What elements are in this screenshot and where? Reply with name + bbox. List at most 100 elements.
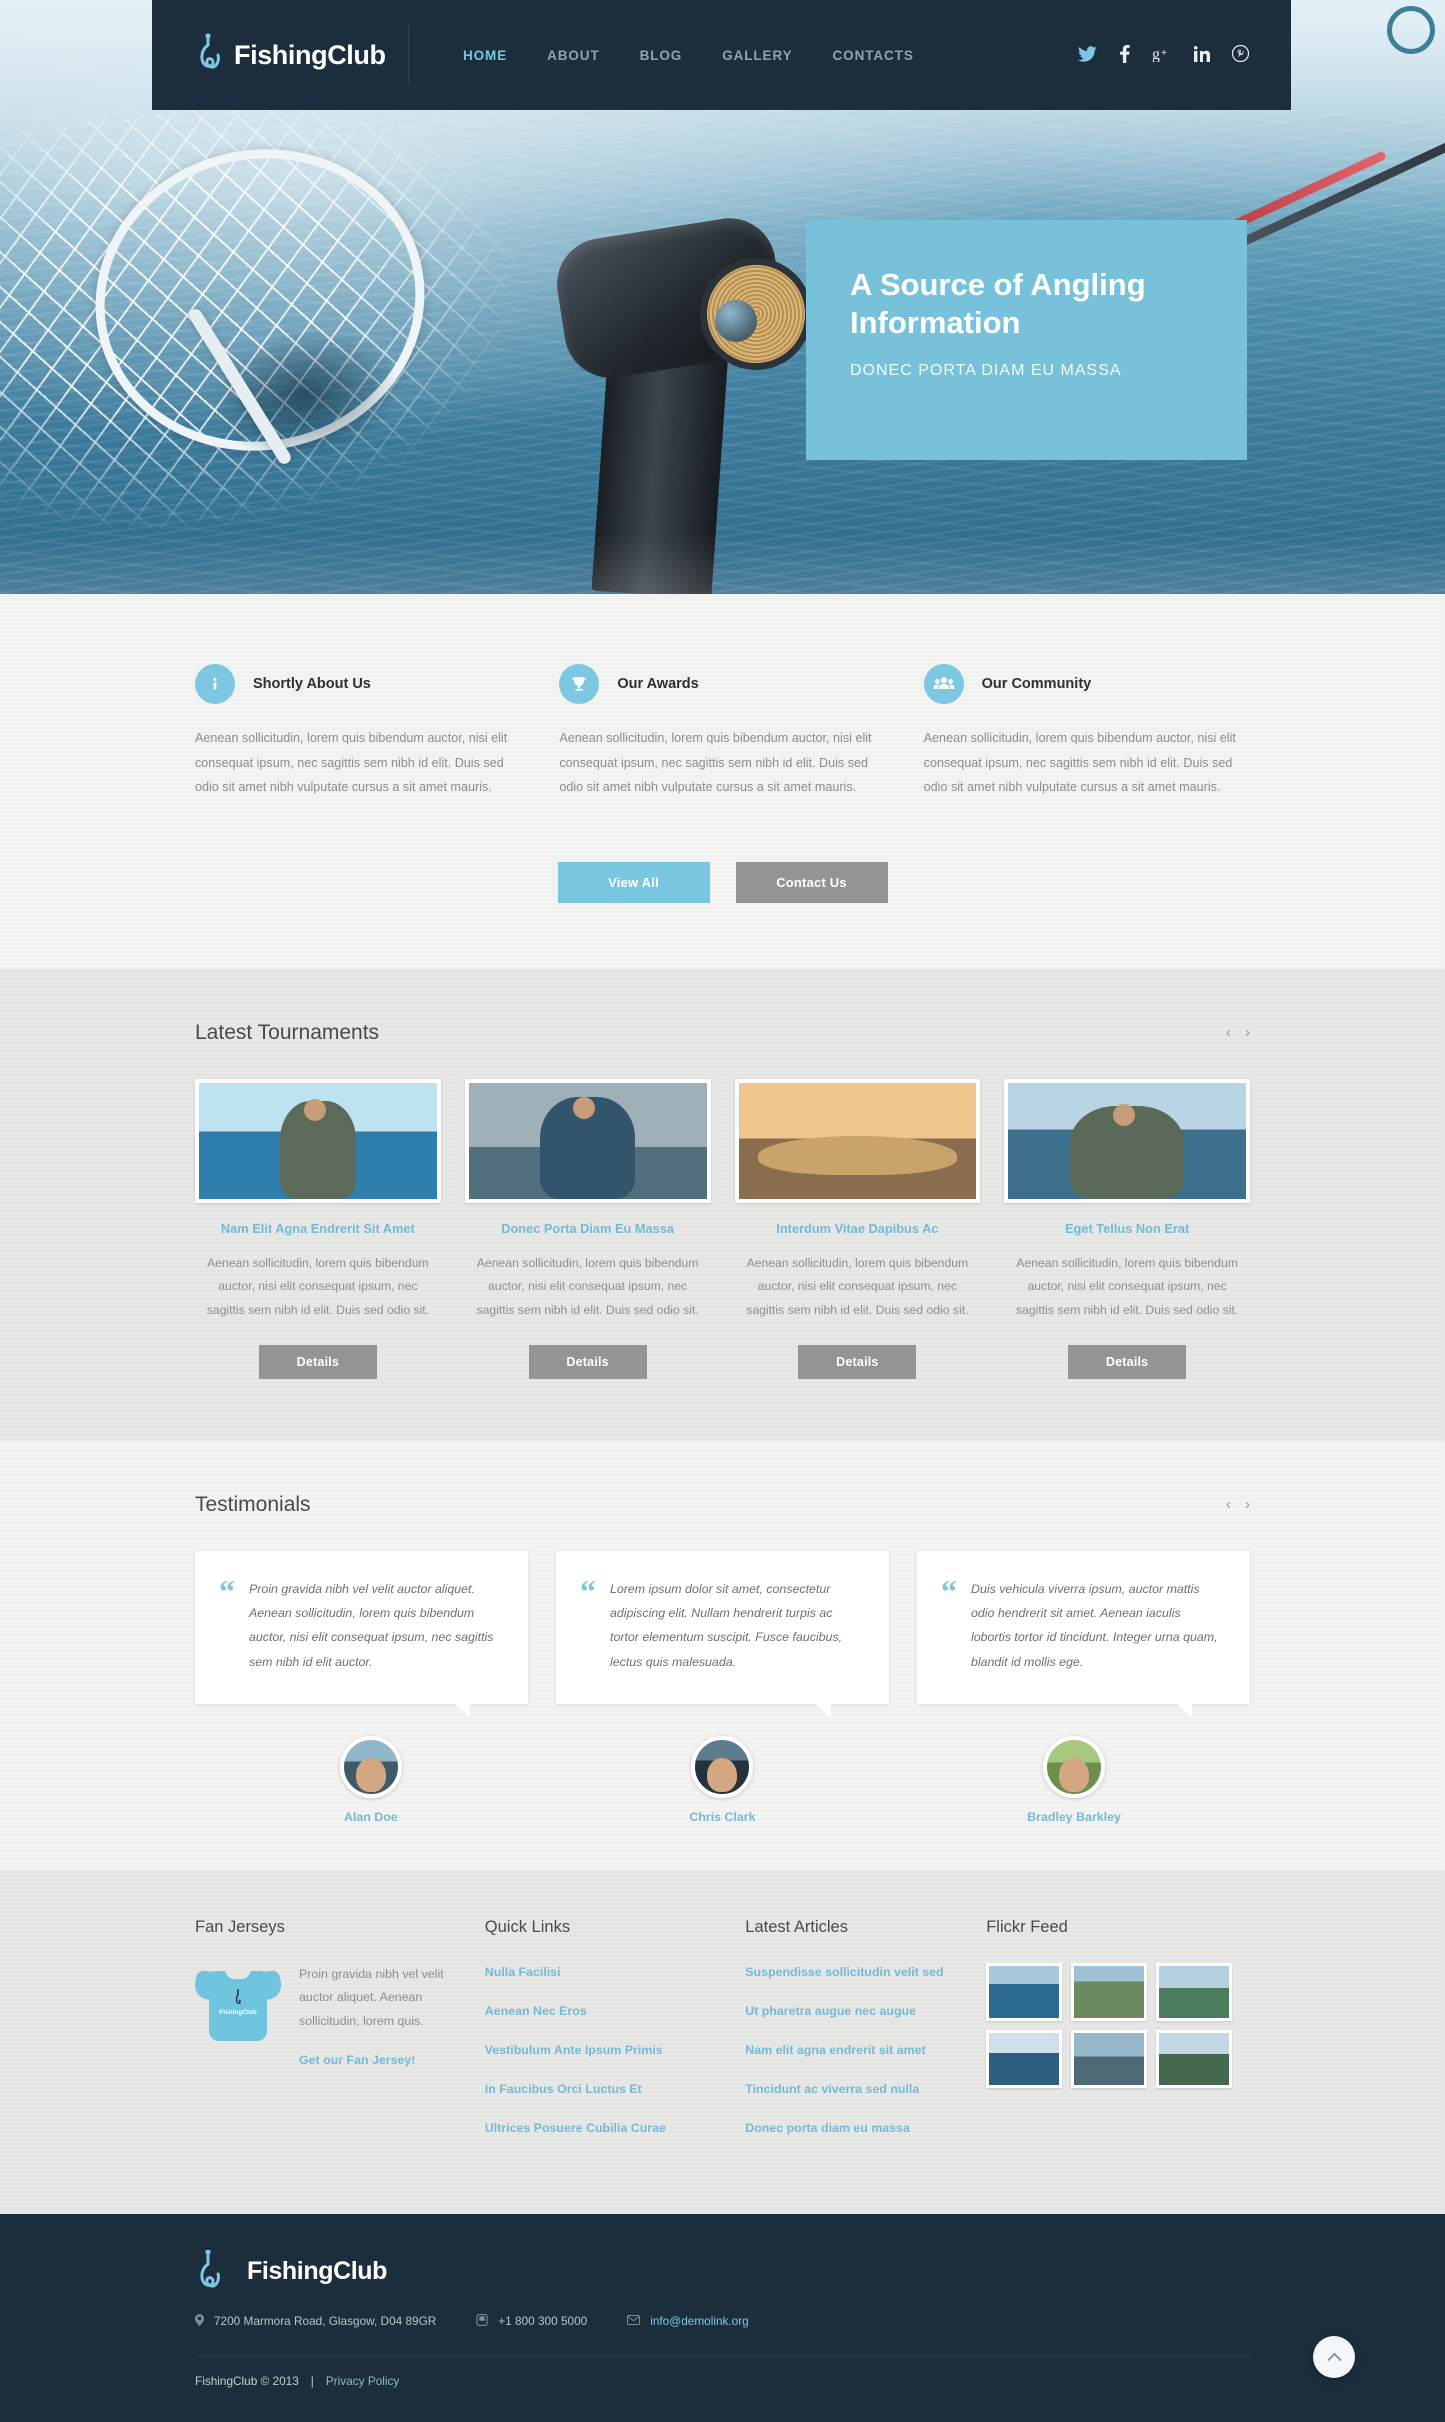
flickr-thumbnail[interactable]	[1156, 2029, 1233, 2088]
flickr-thumbnail[interactable]	[1071, 1962, 1148, 2021]
tournament-thumbnail[interactable]	[734, 1078, 981, 1203]
widget-flickr-feed: Flickr Feed	[986, 1918, 1250, 2158]
nav-item-home[interactable]: HOME	[463, 48, 507, 63]
details-button[interactable]: Details	[258, 1344, 377, 1379]
testimonial-author: Alan Doe	[195, 1735, 547, 1824]
jersey-hook-icon	[235, 1988, 242, 2007]
article-link[interactable]: Suspendisse sollicitudin velit sed	[745, 1965, 943, 1979]
flickr-thumbnail[interactable]	[986, 1962, 1063, 2021]
nav-item-contacts[interactable]: CONTACTS	[833, 48, 914, 63]
testimonial-text: Lorem ipsum dolor sit amet, consectetur …	[610, 1581, 843, 1669]
copyright-separator: |	[310, 2373, 314, 2388]
back-to-top-button[interactable]	[1313, 2335, 1355, 2378]
article-link[interactable]: Tincidunt ac viverra sed nulla	[745, 2082, 919, 2096]
hero-subtitle: DONEC PORTA DIAM EU MASSA	[850, 361, 1122, 379]
quick-link[interactable]: Nulla Facilisi	[485, 1965, 561, 1979]
footer-brand[interactable]: FishingClub	[195, 2249, 1250, 2294]
chevron-left-icon[interactable]: ‹	[1226, 1024, 1231, 1041]
footer-brand-name: FishingClub	[247, 2257, 388, 2286]
quick-link[interactable]: Ultrices Posuere Cubilia Curae	[485, 2121, 666, 2135]
quick-link[interactable]: Vestibulum Ante Ipsum Primis	[485, 2043, 663, 2057]
widget-heading: Latest Articles	[745, 1917, 848, 1936]
view-all-button[interactable]: View All	[557, 861, 710, 903]
tournament-thumbnail[interactable]	[464, 1078, 711, 1203]
brand[interactable]: FishingClub	[152, 33, 402, 77]
nav-item-blog[interactable]: BLOG	[640, 48, 683, 63]
article-link[interactable]: Ut pharetra augue nec augue	[745, 2004, 916, 2018]
fish-hook-icon	[195, 2249, 225, 2294]
testimonial-authors: Alan Doe Chris Clark Bradley Barkley	[195, 1735, 1250, 1824]
footer-contacts: 7200 Marmora Road, Glasgow, D04 89GR +1 …	[195, 2313, 1250, 2329]
features-row: Shortly About Us Aenean sollicitudin, lo…	[195, 664, 1250, 800]
tournament-thumbnail[interactable]	[195, 1078, 441, 1203]
chevron-right-icon[interactable]: ›	[1245, 1496, 1250, 1513]
email-link[interactable]: info@demolink.org	[650, 2314, 749, 2328]
article-link[interactable]: Donec porta diam eu massa	[745, 2121, 910, 2135]
twitter-icon[interactable]	[1078, 45, 1097, 65]
feature-text: Aenean sollicitudin, lorem quis bibendum…	[923, 731, 1236, 795]
feature-card-awards: Our Awards Aenean sollicitudin, lorem qu…	[559, 664, 885, 800]
footer-email: info@demolink.org	[627, 2314, 749, 2328]
avatar	[691, 1735, 754, 1798]
brand-name: FishingClub	[234, 39, 386, 70]
details-button[interactable]: Details	[798, 1344, 917, 1379]
list-item: Donec porta diam eu massa	[745, 2119, 960, 2137]
feature-title: Our Awards	[617, 676, 699, 692]
contact-us-button[interactable]: Contact Us	[735, 861, 888, 903]
feature-card-community: Our Community Aenean sollicitudin, lorem…	[923, 664, 1250, 800]
nav-item-gallery[interactable]: GALLERY	[722, 48, 792, 63]
tshirt-icon: FishingClub	[193, 1963, 283, 2041]
map-pin-icon	[195, 2313, 204, 2329]
avatar	[1043, 1735, 1106, 1798]
article-link[interactable]: Nam elit agna endrerit sit amet	[745, 2043, 925, 2057]
phone-icon	[476, 2313, 488, 2329]
google-plus-icon[interactable]: g +	[1152, 45, 1172, 65]
tournament-text: Aenean sollicitudin, lorem quis bibendum…	[206, 1255, 429, 1318]
quick-link[interactable]: In Faucibus Orci Luctus Et	[485, 2082, 642, 2096]
list-item: In Faucibus Orci Luctus Et	[485, 2080, 719, 2098]
rod-guide-ring	[1387, 6, 1435, 54]
main-nav: HOME ABOUT BLOG GALLERY CONTACTS	[463, 48, 914, 63]
tournament-title[interactable]: Eget Tellus Non Erat	[1004, 1221, 1250, 1236]
tournament-title[interactable]: Nam Elit Agna Endrerit Sit Amet	[195, 1221, 441, 1236]
author-name[interactable]: Alan Doe	[195, 1810, 547, 1824]
chevron-left-icon[interactable]: ‹	[1226, 1496, 1231, 1513]
copyright-text: FishingClub © 2013	[195, 2373, 299, 2388]
hero-caption: A Source of Angling Information DONEC PO…	[806, 220, 1247, 460]
flickr-thumbnail[interactable]	[1156, 1962, 1233, 2021]
chevron-right-icon[interactable]: ›	[1245, 1024, 1250, 1041]
feature-text: Aenean sollicitudin, lorem quis bibendum…	[559, 731, 872, 795]
tournaments-section: Latest Tournaments ‹ › Nam Elit Agna End…	[0, 968, 1445, 1442]
linkedin-icon[interactable]	[1193, 45, 1210, 65]
info-icon	[195, 664, 235, 704]
tournaments-heading: Latest Tournaments	[195, 1020, 380, 1044]
quote-icon: “	[580, 1572, 596, 1609]
tournament-thumbnail[interactable]	[1004, 1078, 1250, 1203]
quick-link[interactable]: Aenean Nec Eros	[485, 2004, 587, 2018]
tournament-title[interactable]: Interdum Vitae Dapibus Ac	[735, 1221, 981, 1236]
get-fan-jersey-link[interactable]: Get our Fan Jersey!	[299, 2053, 415, 2067]
details-button[interactable]: Details	[528, 1344, 647, 1379]
flickr-thumbnail[interactable]	[986, 2029, 1063, 2088]
details-button[interactable]: Details	[1068, 1344, 1187, 1379]
author-name[interactable]: Chris Clark	[547, 1810, 899, 1824]
testimonial-card: “ Proin gravida nibh vel velit auctor al…	[195, 1550, 528, 1718]
chevron-up-icon	[1327, 2347, 1342, 2367]
flickr-thumbnail[interactable]	[1071, 2029, 1148, 2088]
pinterest-icon[interactable]	[1231, 44, 1250, 65]
privacy-policy-link[interactable]: Privacy Policy	[326, 2374, 399, 2388]
author-name[interactable]: Bradley Barkley	[898, 1810, 1250, 1824]
tournaments-carousel-controls: ‹ ›	[1226, 1024, 1250, 1041]
tournament-text: Aenean sollicitudin, lorem quis bibendum…	[1016, 1255, 1239, 1318]
quote-icon: “	[941, 1572, 957, 1609]
nav-item-about[interactable]: ABOUT	[547, 48, 600, 63]
facebook-icon[interactable]	[1119, 44, 1130, 66]
phone-text: +1 800 300 5000	[498, 2314, 588, 2329]
testimonial-card: “ Duis vehicula viverra ipsum, auctor ma…	[917, 1550, 1250, 1718]
feature-title: Our Community	[981, 676, 1092, 692]
list-item: Nulla Facilisi	[485, 1963, 719, 1981]
list-item: Vestibulum Ante Ipsum Primis	[485, 2041, 719, 2059]
list-item: Suspendisse sollicitudin velit sed	[745, 1963, 960, 1981]
tournament-title[interactable]: Donec Porta Diam Eu Massa	[465, 1221, 711, 1236]
list-item: Ut pharetra augue nec augue	[745, 2002, 960, 2020]
